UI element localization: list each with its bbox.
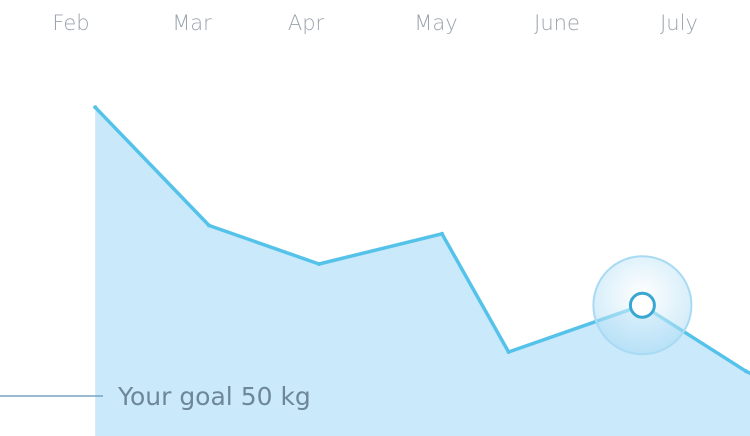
data-point-1[interactable] bbox=[207, 223, 212, 228]
month-label-mar: Mar bbox=[172, 11, 212, 35]
goal-marker: Your goal 50 kg bbox=[0, 382, 311, 411]
month-label-may: May bbox=[414, 11, 457, 35]
data-point-2[interactable] bbox=[317, 262, 321, 266]
data-point-6[interactable] bbox=[744, 369, 749, 374]
weight-area-chart: Feb Mar Apr May June July Your goal 50 k… bbox=[0, 11, 750, 436]
selected-point-marker[interactable] bbox=[628, 291, 656, 319]
month-axis: Feb Mar Apr May June July bbox=[52, 11, 697, 35]
month-label-apr: Apr bbox=[288, 11, 325, 35]
goal-label: Your goal 50 kg bbox=[117, 382, 311, 411]
data-point-4[interactable] bbox=[506, 350, 511, 354]
month-label-feb: Feb bbox=[52, 11, 89, 35]
data-point-0[interactable] bbox=[93, 105, 98, 110]
month-label-july: July bbox=[660, 11, 698, 35]
weight-chart-screen: Feb Mar Apr May June July Your goal 50 k… bbox=[0, 0, 750, 436]
month-label-june: June bbox=[534, 11, 580, 35]
selected-point[interactable] bbox=[592, 255, 693, 356]
data-point-3[interactable] bbox=[440, 231, 445, 236]
